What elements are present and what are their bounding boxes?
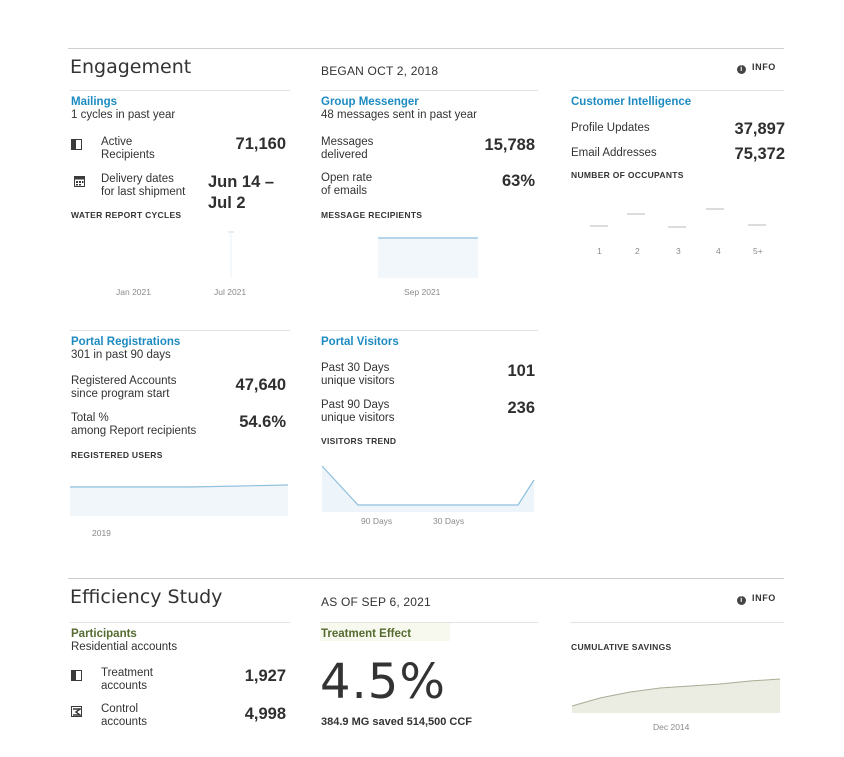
treatment-effect-detail: 384.9 MG saved 514,500 CCF (321, 716, 472, 729)
total-percent-label: Total % among Report recipients (71, 412, 197, 437)
group-messenger-card-rule (320, 90, 538, 91)
messages-delivered-value: 15,788 (484, 136, 535, 154)
participants-title: Participants (71, 628, 137, 640)
cumulative-savings-area (572, 679, 780, 713)
control-accounts-value: 4,998 (244, 705, 286, 723)
info-icon: i (737, 65, 746, 74)
mailings-title: Mailings (71, 96, 118, 108)
registered-users-area (70, 486, 288, 516)
delivery-dates-label: Delivery dates for last shipment (101, 173, 186, 198)
treatment-effect-title: Treatment Effect (321, 628, 412, 640)
registered-users-chart (70, 484, 289, 516)
profile-updates-value: 37,897 (734, 120, 785, 138)
message-recipients-area (378, 238, 478, 278)
portal-registrations-title: Portal Registrations (71, 336, 181, 348)
message-recipients-chart (378, 237, 478, 278)
participants-card-rule (70, 622, 290, 623)
number-of-occupants-label: NUMBER OF OCCUPANTS (571, 170, 684, 180)
info-label: INFO (752, 593, 776, 603)
messages-delivered-label: Messages delivered (321, 136, 374, 161)
info-icon: i (737, 596, 746, 605)
treatment-effect-detail-text: 384.9 MG saved 514,500 CCF (321, 716, 473, 728)
delivery-dates-value-end: Jul 2 (208, 194, 246, 212)
efficiency-title: Efficiency Study (70, 586, 223, 608)
occupants-axis-3: 3 (676, 246, 681, 256)
occupants-axis-5plus: 5+ (753, 246, 763, 256)
visitors-trend-label: VISITORS TREND (321, 436, 397, 446)
water-report-cycles-chart (228, 231, 234, 278)
control-icon (71, 706, 82, 717)
group-messenger-subtitle: 48 messages sent in past year (321, 109, 477, 121)
portal-visitors-title: Portal Visitors (321, 336, 399, 348)
cumulative-savings-label: CUMULATIVE SAVINGS (571, 642, 672, 652)
profile-updates-label: Profile Updates (571, 122, 650, 134)
delivery-dates-value-start: Jun 14 – (208, 173, 275, 191)
customer-intelligence-title: Customer Intelligence (571, 96, 692, 108)
engagement-info-button[interactable]: i INFO (737, 62, 776, 74)
efficiency-section-rule (68, 578, 784, 579)
efficiency-as-of-date: AS OF SEP 6, 2021 (321, 595, 431, 609)
visitors-trend-line (321, 465, 535, 506)
mailings-axis-jan-2021: Jan 2021 (116, 287, 151, 297)
treatment-accounts-label: Treatment accounts (101, 667, 153, 692)
participants-subtitle: Residential accounts (71, 641, 178, 653)
past-90-days-label: Past 90 Days unique visitors (321, 399, 395, 424)
treatment-accounts-value: 1,927 (244, 667, 286, 685)
group-messenger-title: Group Messenger (321, 96, 419, 108)
savings-axis-dec-2014: Dec 2014 (653, 722, 690, 732)
registrations-axis-2019: 2019 (92, 528, 111, 538)
info-label: INFO (752, 62, 776, 72)
email-addresses-value: 75,372 (734, 145, 785, 163)
past-90-days-value: 236 (507, 399, 535, 417)
registered-accounts-value: 47,640 (235, 376, 286, 394)
mailings-card-rule (70, 90, 290, 91)
number-of-occupants-chart (590, 208, 766, 228)
occupants-axis-1: 1 (597, 246, 602, 256)
portal-visitors-card-rule (320, 330, 538, 331)
total-percent-value: 54.6% (239, 413, 286, 431)
visitors-axis-30-days: 30 Days (433, 516, 465, 526)
open-rate-value: 63% (501, 172, 535, 190)
recipients-icon (71, 139, 82, 150)
messenger-axis-sep-2021: Sep 2021 (404, 287, 441, 297)
email-addresses-label: Email Addresses (571, 147, 657, 159)
open-rate-label: Open rate of emails (321, 172, 373, 197)
message-recipients-label: MESSAGE RECIPIENTS (321, 210, 423, 220)
portal-registrations-subtitle: 301 in past 90 days (71, 349, 171, 361)
registered-users-label: REGISTERED USERS (71, 450, 163, 460)
past-30-days-value: 101 (507, 362, 535, 380)
active-recipients-label: Active Recipients (101, 136, 155, 161)
past-30-days-label: Past 30 Days unique visitors (321, 362, 395, 387)
mailings-axis-jul-2021: Jul 2021 (214, 287, 247, 297)
calendar-icon (74, 176, 85, 187)
occupants-axis-2: 2 (635, 246, 640, 256)
registered-accounts-label: Registered Accounts since program start (71, 375, 177, 400)
customer-intelligence-card-rule (570, 90, 784, 91)
efficiency-info-button[interactable]: i INFO (737, 593, 776, 605)
engagement-title: Engagement (70, 56, 192, 78)
engagement-section-rule (68, 48, 784, 49)
portal-registrations-card-rule (70, 330, 290, 331)
occupants-axis-4: 4 (716, 246, 721, 256)
cumulative-savings-chart (571, 678, 781, 713)
water-report-cycles-label: WATER REPORT CYCLES (71, 210, 182, 220)
cumulative-savings-card-rule (570, 622, 784, 623)
engagement-began-date: BEGAN OCT 2, 2018 (321, 64, 439, 78)
treatment-icon (71, 670, 82, 681)
visitors-trend-chart (321, 465, 535, 512)
control-accounts-label: Control accounts (101, 703, 148, 728)
visitors-axis-90-days: 90 Days (361, 516, 393, 526)
active-recipients-value: 71,160 (235, 135, 286, 153)
mailings-subtitle: 1 cycles in past year (71, 109, 176, 121)
treatment-effect-value: 4.5% (320, 654, 446, 710)
